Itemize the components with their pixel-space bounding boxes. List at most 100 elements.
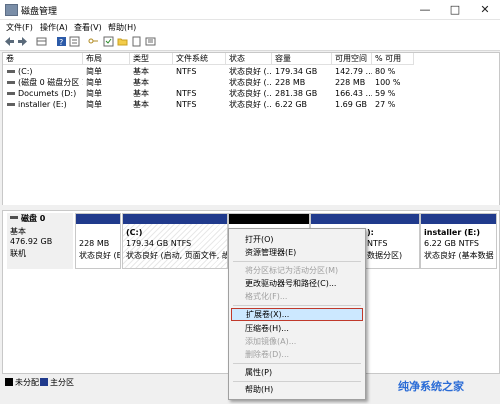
partition-size: 179.34 GB NTFS	[126, 239, 192, 248]
partition-status: 状态良好 (E	[79, 251, 121, 260]
cell-type: 基本	[133, 67, 149, 76]
partition-efi[interactable]: 228 MB 状态良好 (E	[75, 213, 121, 269]
cell-volume: installer (E:)	[18, 100, 67, 109]
cell-filesystem: NTFS	[176, 89, 197, 98]
cell-filesystem	[173, 77, 226, 88]
cell-type: 基本	[133, 89, 149, 98]
cell-filesystem: NTFS	[176, 67, 197, 76]
cell-volume: (磁盘 0 磁盘分区 1)	[18, 78, 83, 87]
cell-type: 基本	[133, 100, 149, 109]
drive-icon	[7, 92, 15, 95]
folder-icon[interactable]	[117, 36, 128, 47]
cell-capacity: 179.34 GB	[275, 67, 318, 76]
legend-label-unallocated: 未分配	[15, 378, 39, 387]
cell-type: 基本	[133, 78, 149, 87]
col-header-percent-free[interactable]: % 可用	[372, 53, 414, 65]
disk-size: 476.92 GB	[10, 237, 53, 246]
col-header-volume[interactable]: 卷	[3, 53, 83, 65]
menu-item-help[interactable]: 帮助(H)	[231, 383, 363, 396]
menu-item-delete-volume: 删除卷(D)...	[245, 350, 290, 359]
menu-separator	[233, 305, 361, 306]
col-header-capacity[interactable]: 容量	[272, 53, 332, 65]
properties-icon[interactable]	[69, 36, 80, 47]
legend-swatch-primary	[40, 378, 48, 386]
menu-separator	[233, 381, 361, 382]
table-row[interactable]: installer (E:) 简单 基本 NTFS 状态良好 (... 6.22…	[3, 99, 499, 110]
cell-layout: 简单	[86, 78, 102, 87]
primary-partition-bar	[123, 214, 227, 224]
minimize-button[interactable]: —	[410, 0, 440, 19]
cell-volume: Documets (D:)	[18, 89, 77, 98]
menu-view[interactable]: 查看(V)	[74, 22, 102, 33]
close-button[interactable]: ✕	[470, 0, 500, 19]
cell-percent-free: 100 %	[375, 78, 401, 87]
maximize-button[interactable]: □	[440, 0, 470, 19]
menu-help[interactable]: 帮助(H)	[108, 22, 136, 33]
cell-percent-free: 27 %	[375, 100, 396, 109]
disk-status: 联机	[10, 249, 26, 258]
menu-bar: 文件(F) 操作(A) 查看(V) 帮助(H)	[0, 20, 500, 34]
col-header-layout[interactable]: 布局	[83, 53, 130, 65]
partition-name: ):	[367, 228, 374, 237]
cell-layout: 简单	[86, 67, 102, 76]
legend-swatch-unallocated	[5, 378, 13, 386]
disk-name: 磁盘 0	[21, 214, 46, 223]
cell-percent-free: 59 %	[375, 89, 396, 98]
volume-list[interactable]: 卷 布局 类型 文件系统 状态 容量 可用空间 % 可用 (C:) 简单 基本 …	[2, 52, 500, 206]
key-icon[interactable]	[88, 36, 99, 47]
partition-status: 状态良好 (启动, 页面文件, 故障	[126, 251, 228, 260]
menu-file[interactable]: 文件(F)	[6, 22, 33, 33]
forward-arrow-icon[interactable]	[17, 36, 28, 47]
col-header-filesystem[interactable]: 文件系统	[173, 53, 226, 65]
list-icon[interactable]	[145, 36, 156, 47]
menu-action[interactable]: 操作(A)	[40, 22, 68, 33]
drive-icon	[7, 103, 15, 106]
cell-status: 状态良好 (...	[229, 78, 272, 87]
menu-item-extend-volume[interactable]: 扩展卷(X)...	[231, 308, 363, 321]
menu-item-change-drive-letter[interactable]: 更改驱动器号和路径(C)...	[231, 277, 363, 290]
menu-item-explorer[interactable]: 资源管理器(E)	[231, 246, 363, 259]
help-icon[interactable]: ?	[56, 36, 67, 47]
partition-size: 228 MB	[79, 239, 110, 248]
table-row[interactable]: (C:) 简单 基本 NTFS 状态良好 (... 179.34 GB 142.…	[3, 66, 499, 77]
disk-icon	[10, 216, 18, 219]
cell-free-space: 166.43 ...	[335, 89, 372, 98]
window-title: 磁盘管理	[21, 7, 58, 17]
partition-e[interactable]: installer (E:) 6.22 GB NTFS 状态良好 (基本数据	[420, 213, 497, 269]
partition-c[interactable]: (C:) 179.34 GB NTFS 状态良好 (启动, 页面文件, 故障	[122, 213, 228, 269]
back-arrow-icon[interactable]	[4, 36, 15, 47]
col-header-type[interactable]: 类型	[130, 53, 173, 65]
svg-text:?: ?	[59, 38, 63, 47]
cell-layout: 简单	[86, 89, 102, 98]
disk-info[interactable]: 磁盘 0 基本 476.92 GB 联机	[7, 213, 73, 269]
page-icon[interactable]	[131, 36, 142, 47]
menu-item-shrink-volume[interactable]: 压缩卷(H)...	[231, 322, 363, 335]
col-header-free-space[interactable]: 可用空间	[332, 53, 372, 65]
cell-percent-free: 80 %	[375, 67, 396, 76]
table-row[interactable]: Documets (D:) 简单 基本 NTFS 状态良好 (... 281.3…	[3, 88, 499, 99]
partition-name: installer (E:)	[424, 228, 481, 237]
menu-item-format: 格式化(F)...	[245, 292, 288, 301]
drive-icon	[7, 81, 15, 84]
cell-filesystem: NTFS	[176, 100, 197, 109]
menu-item-properties[interactable]: 属性(P)	[231, 366, 363, 379]
context-menu: 打开(O) 资源管理器(E) 将分区标记为活动分区(M) 更改驱动器号和路径(C…	[228, 228, 366, 400]
cell-status: 状态良好 (...	[229, 100, 272, 109]
title-bar: 磁盘管理 — □ ✕	[0, 0, 500, 20]
unallocated-bar	[229, 214, 309, 224]
primary-partition-bar	[311, 214, 419, 224]
toolbar: ?	[0, 34, 500, 51]
drive-icon	[7, 70, 15, 73]
cell-capacity: 281.38 GB	[275, 89, 318, 98]
cell-layout: 简单	[86, 100, 102, 109]
menu-item-open[interactable]: 打开(O)	[231, 233, 363, 246]
menu-item-add-mirror: 添加镜像(A)...	[245, 337, 297, 346]
pane-splitter[interactable]	[0, 205, 500, 209]
cell-status: 状态良好 (...	[229, 67, 272, 76]
cell-volume: (C:)	[18, 67, 33, 76]
grid-icon[interactable]	[36, 36, 47, 47]
col-header-status[interactable]: 状态	[226, 53, 272, 65]
disk-management-icon	[5, 4, 18, 16]
checklist-icon[interactable]	[103, 36, 114, 47]
table-row[interactable]: (磁盘 0 磁盘分区 1) 简单 基本 状态良好 (... 228 MB 228…	[3, 77, 499, 88]
